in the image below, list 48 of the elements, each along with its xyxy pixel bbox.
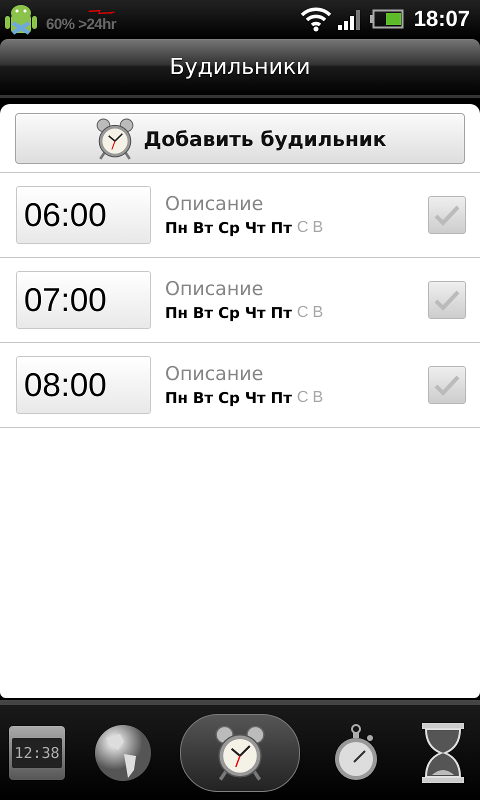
weekday-label: Пн <box>165 389 188 407</box>
weekday-label: Пт <box>270 304 292 322</box>
weekday-label: Чт <box>244 389 266 407</box>
hourglass-icon <box>420 722 466 782</box>
battery-status-text: 60% >24hr <box>46 16 118 32</box>
wifi-icon <box>300 6 332 32</box>
checkbox[interactable] <box>428 196 466 234</box>
checkbox[interactable] <box>428 366 466 404</box>
alarm-description: Описание <box>165 278 264 300</box>
weekday-label: Вт <box>192 304 214 322</box>
alarm-time[interactable]: 06:00 <box>16 186 151 244</box>
screen-title: Будильники <box>170 54 310 80</box>
checkbox[interactable] <box>428 281 466 319</box>
alarm-time[interactable]: 07:00 <box>16 271 151 329</box>
alarm-time[interactable]: 08:00 <box>16 356 151 414</box>
weekday-label: Ср <box>218 219 240 237</box>
add-alarm-button[interactable]: Добавить будильник <box>15 113 465 164</box>
weekday-label: Пт <box>270 219 292 237</box>
weekday-label: Ср <box>218 389 240 407</box>
alarm-row[interactable]: 07:00 Описание Пн Вт Ср Чт Пт С В <box>0 257 480 342</box>
weekday-label: В <box>312 389 324 407</box>
weekday-label: Вт <box>192 219 214 237</box>
alarm-description: Описание <box>165 363 264 385</box>
check-icon <box>434 204 460 226</box>
battery-icon <box>370 9 404 29</box>
weekday-label: Ср <box>218 304 240 322</box>
weekday-label: Чт <box>244 304 266 322</box>
weekday-label: Чт <box>244 219 266 237</box>
check-icon <box>434 289 460 311</box>
weekday-label: Пт <box>270 389 292 407</box>
digital-clock-icon: 12:38 <box>9 726 65 780</box>
weekday-label: С <box>296 304 308 322</box>
globe-icon <box>94 724 152 782</box>
weekday-label: В <box>312 304 324 322</box>
stopwatch-icon <box>334 724 380 782</box>
weekday-label: С <box>296 219 308 237</box>
weekday-label: С <box>296 389 308 407</box>
alarm-clock-icon <box>94 118 136 160</box>
clock-text: 18:07 <box>414 6 470 32</box>
weekday-label: Вт <box>192 389 214 407</box>
weekday-label: В <box>312 219 324 237</box>
weekday-label: Пн <box>165 219 188 237</box>
alarm-description: Описание <box>165 193 264 215</box>
alarm-row[interactable]: 08:00 Описание Пн Вт Ср Чт Пт С В <box>0 342 480 428</box>
weekday-label: Пн <box>165 304 188 322</box>
check-icon <box>434 374 460 396</box>
tab[interactable]: 12:38 <box>8 714 66 790</box>
alarm-row[interactable]: 06:00 Описание Пн Вт Ср Чт Пт С В <box>0 172 480 257</box>
